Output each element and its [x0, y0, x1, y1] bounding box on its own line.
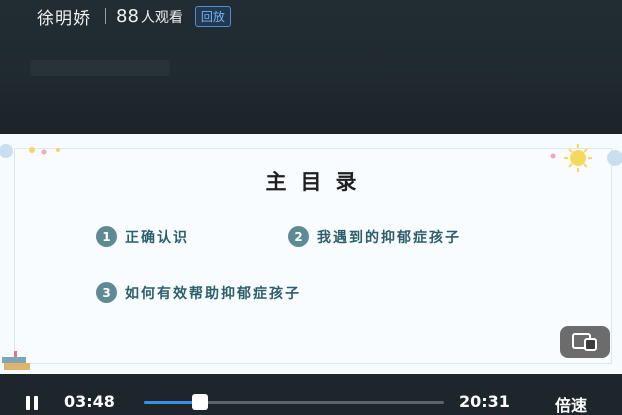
- slide-title: 主目录: [265, 170, 371, 194]
- viewer-count-number: 88: [116, 5, 139, 27]
- pause-icon: [26, 396, 30, 410]
- host-name[interactable]: 徐明娇: [37, 4, 91, 29]
- live-header: 徐明娇 88 人观看 回放: [0, 0, 622, 32]
- blurred-background-text: [30, 60, 170, 76]
- pause-button[interactable]: [24, 396, 40, 410]
- viewer-count: 88 人观看: [116, 6, 183, 27]
- pause-icon-bar: [34, 396, 38, 410]
- total-time: 20:31: [459, 392, 510, 411]
- replay-badge: 回放: [194, 5, 231, 27]
- playback-speed-button[interactable]: 倍速: [555, 392, 587, 415]
- screen-mirror-button[interactable]: [560, 326, 610, 358]
- viewer-count-unit: 人观看: [140, 9, 183, 26]
- presentation-slide: 主目录 1 正确认识 2 我遇到的抑郁症孩子 3 如何有效帮助抑郁症孩子: [0, 134, 622, 374]
- toc-text: 正确认识: [125, 229, 189, 246]
- current-time: 03:48: [64, 392, 115, 411]
- toc-item-2: 2 我遇到的抑郁症孩子: [288, 226, 461, 247]
- books-decoration-icon: [2, 351, 30, 370]
- screen-mirror-icon: [572, 333, 597, 351]
- toc-number: 3: [96, 282, 117, 303]
- toc-number: 1: [96, 226, 117, 247]
- header-divider: [105, 8, 106, 24]
- decorative-dots-left: [0, 144, 60, 158]
- toc-item-1: 1 正确认识: [96, 226, 189, 247]
- toc-item-3: 3 如何有效帮助抑郁症孩子: [96, 282, 301, 303]
- toc-text: 如何有效帮助抑郁症孩子: [125, 285, 301, 302]
- progress-track[interactable]: [144, 401, 444, 404]
- toc-number: 2: [288, 226, 309, 247]
- progress-thumb[interactable]: [191, 394, 208, 410]
- toc-text: 我遇到的抑郁症孩子: [317, 229, 461, 246]
